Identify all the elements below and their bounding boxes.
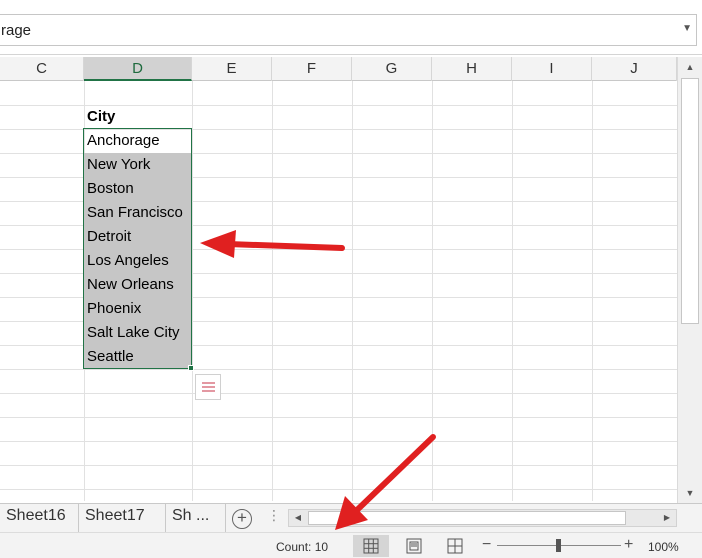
tab-splitter-icon[interactable]: ⋮ [267,507,281,524]
column-header-f[interactable]: F [272,57,352,81]
formula-text: rage [1,22,32,39]
status-count: Count: 10 [276,540,329,554]
page-break-preview-icon [447,538,463,554]
column-header-d[interactable]: D [84,57,192,81]
add-sheet-button[interactable]: + [232,509,252,529]
normal-view-icon [363,538,379,554]
sheet-tab-bar: Sheet16 Sheet17 Sh ... + ⋮ ◀ ▶ [0,503,702,532]
chevron-down-icon[interactable]: ▼ [682,23,692,34]
grid-row-line [0,465,677,466]
cell-city-header[interactable]: City [84,105,191,129]
horizontal-scrollbar[interactable]: ◀ ▶ [288,509,677,527]
grid-row-line [0,489,677,490]
cell-city-8[interactable]: Phoenix [84,297,191,321]
grid-row-line [0,417,677,418]
cell-city-6[interactable]: Los Angeles [84,249,191,273]
cell-city-7[interactable]: New Orleans [84,273,191,297]
cell-city-4[interactable]: San Francisco [84,201,191,225]
tab-sheet17[interactable]: Sheet17 [79,504,166,532]
cell-city-1[interactable]: Anchorage [84,129,191,153]
scroll-left-icon[interactable]: ◀ [289,510,307,526]
status-bar: Count: 10 − + 100% [0,532,702,558]
grid-column-line [272,81,273,501]
formula-input[interactable]: rage ▼ [0,14,697,46]
column-header-g[interactable]: G [352,57,432,81]
grid-row-line [0,393,677,394]
horizontal-scroll-thumb[interactable] [308,511,626,525]
scroll-right-icon[interactable]: ▶ [658,510,676,526]
cell-city-2[interactable]: New York [84,153,191,177]
worksheet-grid[interactable]: City Anchorage New York Boston San Franc… [0,81,677,501]
tab-sheet16[interactable]: Sheet16 [0,504,79,532]
grid-row-line [0,369,677,370]
grid-column-line [192,81,193,501]
grid-column-line [432,81,433,501]
grid-column-line [592,81,593,501]
grid-column-line [512,81,513,501]
vertical-scroll-thumb[interactable] [681,78,699,324]
column-header-i[interactable]: I [512,57,592,81]
page-layout-icon [406,538,422,554]
cell-city-5[interactable]: Detroit [84,225,191,249]
cell-city-3[interactable]: Boston [84,177,191,201]
cell-city-10[interactable]: Seattle [84,345,191,369]
grid-row-line [0,441,677,442]
column-header-c[interactable]: C [0,57,84,81]
grid-column-line [352,81,353,501]
quick-analysis-icon[interactable] [195,374,221,400]
column-header-j[interactable]: J [592,57,677,81]
zoom-in-button[interactable]: + [624,536,633,554]
scroll-up-icon[interactable]: ▲ [681,59,699,75]
scroll-down-icon[interactable]: ▼ [681,485,699,501]
column-headers: C D E F G H I J [0,57,677,81]
tab-sheet-more[interactable]: Sh ... [166,504,226,532]
zoom-slider-thumb[interactable] [556,539,561,552]
page-layout-button[interactable] [396,535,432,557]
column-header-h[interactable]: H [432,57,512,81]
formula-bar: rage ▼ [0,0,702,55]
zoom-out-button[interactable]: − [482,536,491,554]
normal-view-button[interactable] [353,535,389,557]
zoom-level[interactable]: 100% [648,540,679,554]
page-break-preview-button[interactable] [437,535,473,557]
column-header-e[interactable]: E [192,57,272,81]
cell-city-9[interactable]: Salt Lake City [84,321,191,345]
fill-handle[interactable] [188,365,194,371]
vertical-scrollbar[interactable]: ▲ ▼ [677,57,702,504]
